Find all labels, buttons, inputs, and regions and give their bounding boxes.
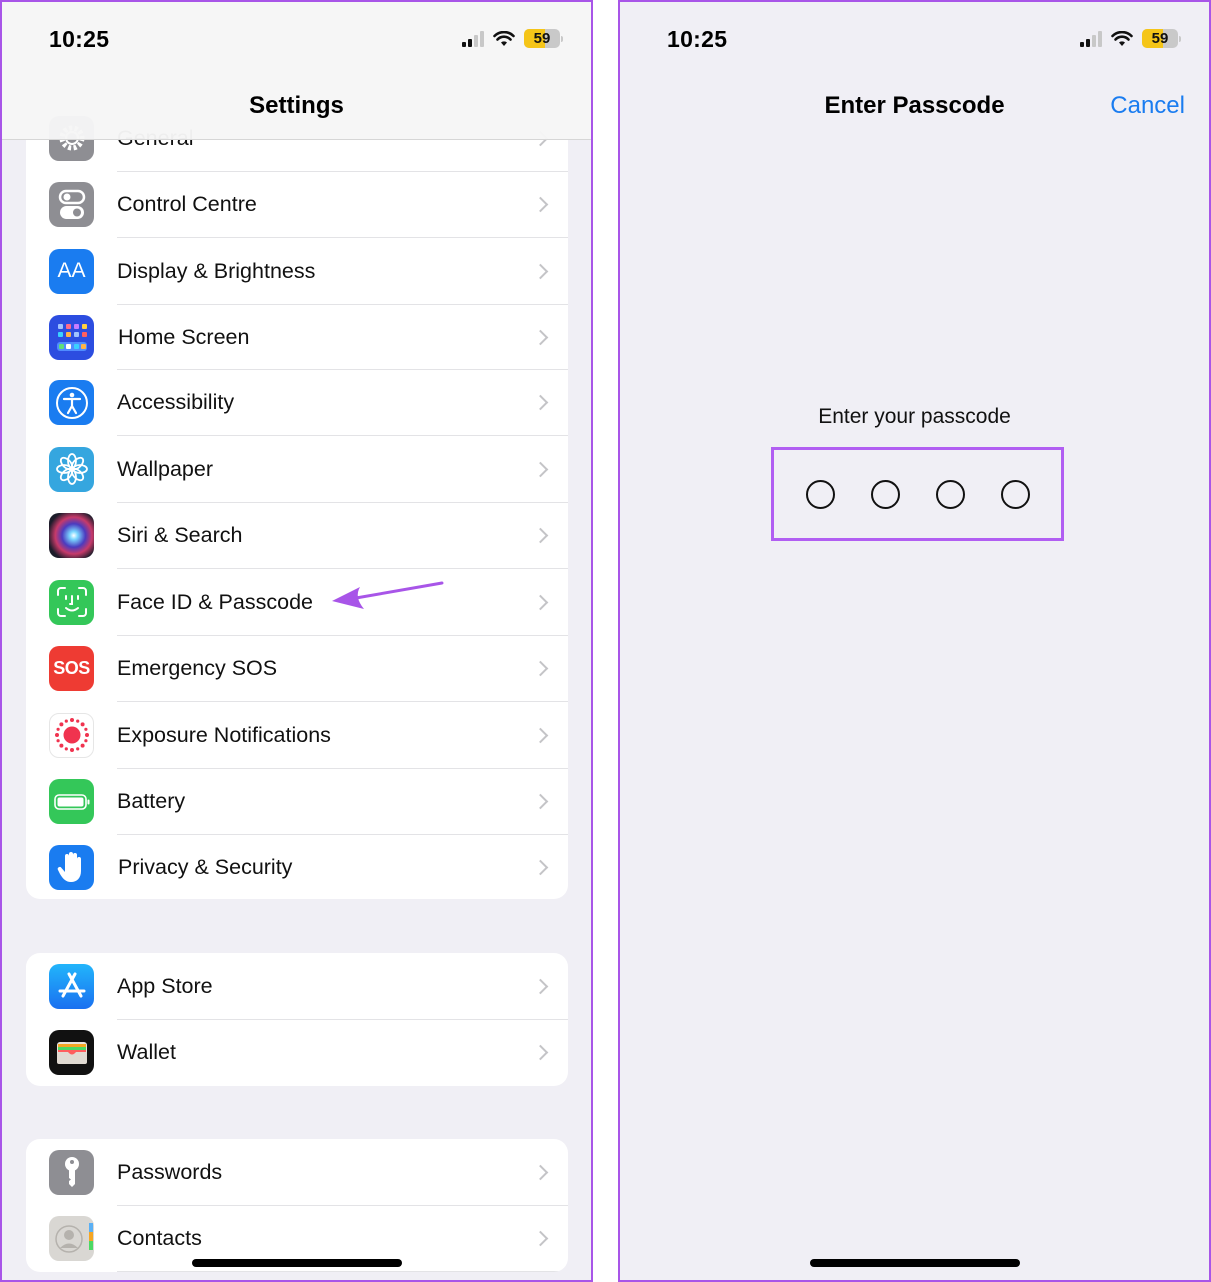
battery-indicator: 59: [524, 29, 560, 48]
settings-row-wallet[interactable]: Wallet: [26, 1020, 568, 1087]
chevron-right-icon: [532, 660, 549, 677]
chevron-right-icon: [532, 594, 549, 611]
app-store-icon: [49, 963, 94, 1009]
home-screen-icon: [49, 314, 94, 360]
settings-row-battery[interactable]: Battery: [26, 769, 568, 835]
chevron-right-icon: [532, 196, 549, 213]
cellular-signal-icon: [462, 30, 484, 47]
home-indicator: [809, 1259, 1020, 1267]
passcode-prompt: Enter your passcode: [818, 405, 1011, 428]
chevron-right-icon: [532, 859, 549, 875]
wifi-icon: [1111, 30, 1133, 46]
status-bar: 10:25 59: [2, 2, 591, 80]
settings-row-home-screen[interactable]: Home Screen: [26, 305, 568, 370]
settings-row-passwords[interactable]: Passwords: [26, 1139, 568, 1206]
settings-row-wallpaper[interactable]: Wallpaper: [26, 436, 568, 503]
settings-row-exposure-notifications[interactable]: Exposure Notifications: [26, 702, 568, 769]
settings-row-control-centre[interactable]: Control Centre: [26, 172, 568, 238]
chevron-right-icon: [532, 1044, 549, 1061]
chevron-right-icon: [532, 527, 549, 544]
cellular-signal-icon: [1080, 30, 1102, 47]
status-time: 10:25: [49, 26, 110, 52]
status-time: 10:25: [667, 26, 728, 52]
chevron-right-icon: [532, 329, 549, 345]
settings-row-emergency-sos[interactable]: SOS Emergency SOS: [26, 636, 568, 702]
privacy-hand-icon: [49, 844, 94, 890]
settings-group-store: App Store Wallet: [26, 953, 568, 1086]
home-indicator: [191, 1259, 402, 1267]
accessibility-icon: [49, 380, 94, 426]
contacts-icon: [49, 1216, 94, 1262]
display-brightness-icon: AA: [49, 248, 94, 294]
passcode-dot: [870, 479, 900, 509]
settings-row-app-store[interactable]: App Store: [26, 953, 568, 1020]
sos-icon: SOS: [49, 646, 94, 692]
wallet-icon: [49, 1030, 94, 1076]
chevron-right-icon: [532, 1164, 549, 1181]
settings-row-face-id-passcode[interactable]: Face ID & Passcode: [26, 569, 568, 636]
key-icon: [49, 1149, 94, 1195]
chevron-right-icon: [532, 727, 549, 744]
siri-icon: [49, 513, 94, 559]
settings-group-accounts: Passwords Contacts: [26, 1139, 568, 1272]
chevron-right-icon: [532, 263, 549, 280]
status-bar: 10:25 59: [620, 2, 1209, 80]
chevron-right-icon: [532, 394, 549, 411]
enter-passcode-screen: 10:25 59 Enter Passcode Cancel Enter you…: [618, 0, 1211, 1282]
page-title: Settings: [249, 92, 344, 119]
cancel-button[interactable]: Cancel: [1110, 92, 1185, 120]
passcode-dot: [1000, 479, 1030, 509]
annotation-arrow-icon: [332, 581, 444, 609]
passcode-dot: [805, 479, 835, 509]
settings-row-siri-search[interactable]: Siri & Search: [26, 503, 568, 569]
chevron-right-icon: [532, 1230, 549, 1247]
wifi-icon: [493, 30, 515, 46]
battery-indicator: 59: [1142, 29, 1178, 48]
control-centre-icon: [49, 182, 94, 228]
face-id-icon: [49, 579, 94, 625]
passcode-dot: [935, 479, 965, 509]
settings-nav-bar: 10:25 59 Settings: [2, 2, 591, 140]
settings-screen: 10:25 59 Settings Control Centre AA Disp…: [0, 0, 593, 1282]
wallpaper-icon: [49, 446, 94, 492]
chevron-right-icon: [532, 978, 549, 995]
settings-group-general: General Control Centre AA Display & Brig…: [26, 105, 568, 899]
chevron-right-icon: [532, 461, 549, 478]
exposure-notifications-icon: [49, 712, 94, 758]
battery-icon: [49, 779, 94, 825]
settings-row-privacy-security[interactable]: Privacy & Security: [26, 835, 568, 899]
settings-row-accessibility[interactable]: Accessibility: [26, 370, 568, 436]
passcode-input[interactable]: [771, 447, 1064, 541]
chevron-right-icon: [532, 793, 549, 810]
settings-row-display-brightness[interactable]: AA Display & Brightness: [26, 238, 568, 305]
